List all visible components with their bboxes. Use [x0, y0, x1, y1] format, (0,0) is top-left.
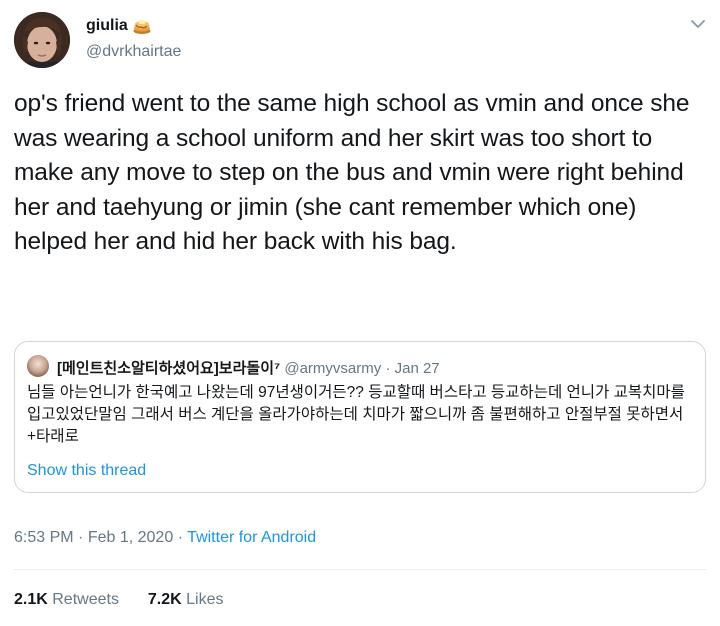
author-display-name[interactable]: giulia: [86, 17, 128, 35]
divider: [14, 569, 706, 570]
quoted-tweet[interactable]: [메인트친소알티하셨어요]보라돌이⁷ @armyvsarmy · Jan 27 …: [14, 341, 706, 493]
meta-separator: ·: [177, 529, 184, 546]
tweet-text: op's friend went to the same high school…: [14, 90, 690, 255]
show-thread-link[interactable]: Show this thread: [27, 462, 146, 480]
quoted-text: 님들 아는언니가 한국예고 나왔는데 97년생이거든?? 등교할때 버스타고 등…: [27, 384, 685, 445]
likes-stat[interactable]: 7.2K Likes: [148, 591, 224, 608]
chevron-down-icon[interactable]: [690, 16, 706, 32]
quoted-separator: ·: [385, 360, 391, 377]
author-name-row[interactable]: giulia: [86, 16, 152, 36]
tweet-time[interactable]: 6:53 PM: [14, 529, 74, 546]
tweet-client-link[interactable]: Twitter for Android: [187, 529, 316, 546]
avatar[interactable]: [14, 12, 70, 68]
retweets-stat[interactable]: 2.1K Retweets: [14, 591, 123, 608]
tweet-metadata: 6:53 PM · Feb 1, 2020 · Twitter for Andr…: [14, 529, 316, 547]
tweet-stats: 2.1K Retweets 7.2K Likes: [14, 591, 223, 609]
likes-label: Likes: [186, 591, 224, 608]
quoted-date: Jan 27: [394, 360, 440, 377]
quoted-display-name: [메인트친소알티하셨어요]보라돌이⁷: [57, 360, 281, 377]
avatar-image: [14, 12, 70, 68]
tweet-date[interactable]: Feb 1, 2020: [88, 529, 173, 546]
retweets-label: Retweets: [52, 591, 119, 608]
likes-count: 7.2K: [147, 591, 182, 608]
author-handle[interactable]: @dvrkhairtae: [86, 43, 181, 61]
meta-separator: ·: [78, 529, 84, 546]
retweets-count: 2.1K: [14, 591, 48, 608]
quoted-avatar: [27, 355, 49, 377]
quoted-handle: @armyvsarmy: [284, 360, 382, 377]
tweet: giulia @dvrkhairtae op's friend went to …: [0, 0, 720, 626]
pancakes-icon: [132, 16, 152, 36]
quoted-header: [메인트친소알티하셨어요]보라돌이⁷ @armyvsarmy · Jan 27: [57, 357, 440, 378]
